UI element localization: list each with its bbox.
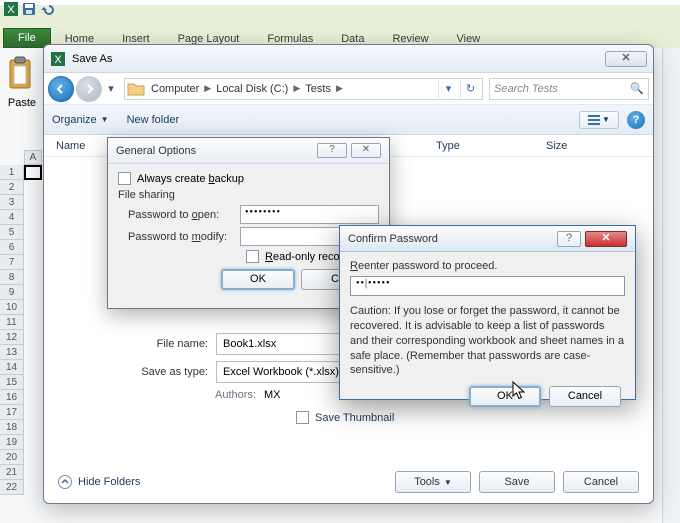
checkbox-icon — [246, 250, 259, 263]
column-type[interactable]: Type — [436, 140, 546, 152]
save-as-footer: Hide Folders Tools ▼ Save Cancel — [58, 471, 639, 493]
row-header[interactable]: 1 — [0, 165, 24, 180]
chevron-up-icon — [58, 475, 72, 489]
close-icon[interactable]: ✕ — [585, 231, 627, 247]
chevron-right-icon[interactable]: ▶ — [290, 83, 303, 94]
row-header[interactable]: 8 — [0, 270, 24, 285]
row-header[interactable]: 14 — [0, 360, 24, 375]
row-header[interactable]: 22 — [0, 480, 24, 495]
nav-history-dropdown[interactable]: ▾ — [104, 82, 118, 95]
save-icon[interactable] — [21, 1, 37, 17]
dialog-title: Save As — [72, 53, 112, 65]
paste-label: Paste — [2, 97, 42, 109]
breadcrumb[interactable]: Tests — [303, 81, 333, 97]
excel-icon: X — [50, 51, 66, 67]
search-placeholder: Search Tests — [494, 83, 558, 95]
row-header[interactable]: 10 — [0, 300, 24, 315]
hide-folders-button[interactable]: Hide Folders — [58, 475, 140, 489]
nav-bar: ▾ Computer▶ Local Disk (C:)▶ Tests▶ ▾ ↻ … — [44, 73, 653, 105]
filename-label: File name: — [124, 338, 216, 350]
close-icon[interactable]: ✕ — [605, 51, 647, 67]
svg-text:X: X — [7, 4, 15, 16]
search-input[interactable]: Search Tests 🔍 — [489, 78, 649, 100]
row-header[interactable]: 21 — [0, 465, 24, 480]
row-headers: 1 2 3 4 5 6 7 8 9 10 11 12 13 14 15 16 1… — [0, 165, 24, 495]
row-header[interactable]: 5 — [0, 225, 24, 240]
close-icon[interactable]: ✕ — [351, 143, 381, 158]
help-icon[interactable]: ? — [557, 231, 581, 247]
password-open-input[interactable]: •••••••• — [240, 205, 379, 224]
row-header[interactable]: 4 — [0, 210, 24, 225]
quick-access-toolbar: X — [3, 1, 55, 17]
cancel-button[interactable]: Cancel — [549, 386, 621, 407]
confirm-titlebar[interactable]: Confirm Password ? ✕ — [340, 226, 635, 252]
caution-text: Caution: If you lose or forget the passw… — [350, 304, 625, 378]
chevron-right-icon[interactable]: ▶ — [201, 83, 214, 94]
breadcrumb[interactable]: Computer — [149, 81, 201, 97]
row-header[interactable]: 17 — [0, 405, 24, 420]
column-size[interactable]: Size — [546, 140, 606, 152]
selected-cell[interactable] — [24, 165, 42, 180]
authors-label: Authors: — [196, 389, 256, 401]
row-header[interactable]: 3 — [0, 195, 24, 210]
chevron-down-icon: ▼ — [101, 115, 109, 124]
checkbox-icon — [118, 172, 131, 185]
password-modify-label: Password to modify: — [128, 231, 240, 243]
svg-text:X: X — [54, 54, 62, 66]
general-options-titlebar[interactable]: General Options ? ✕ — [108, 138, 389, 164]
ok-button[interactable]: OK — [469, 386, 541, 407]
checkbox-icon — [296, 411, 309, 424]
save-as-titlebar[interactable]: X Save As ✕ — [44, 45, 653, 73]
row-header[interactable]: 18 — [0, 420, 24, 435]
row-header[interactable]: 6 — [0, 240, 24, 255]
confirm-password-input[interactable]: ••|••••• — [350, 276, 625, 296]
row-header[interactable]: 19 — [0, 435, 24, 450]
row-header[interactable]: 9 — [0, 285, 24, 300]
row-header[interactable]: 16 — [0, 390, 24, 405]
search-icon[interactable]: 🔍 — [630, 82, 644, 96]
row-header[interactable]: 20 — [0, 450, 24, 465]
row-header[interactable]: 2 — [0, 180, 24, 195]
row-header[interactable]: 15 — [0, 375, 24, 390]
dialog-title: General Options — [116, 145, 196, 157]
section-label: File sharing — [118, 189, 379, 201]
column-header-a[interactable]: A — [24, 150, 42, 165]
always-backup-checkbox[interactable]: Always create backup — [118, 172, 379, 185]
row-header[interactable]: 12 — [0, 330, 24, 345]
save-button[interactable]: Save — [479, 471, 555, 493]
excel-app-icon: X — [3, 1, 19, 17]
toolbar: Organize ▼ New folder ▼ ? — [44, 105, 653, 135]
breadcrumb[interactable]: Local Disk (C:) — [214, 81, 290, 97]
password-open-label: Password to open: — [128, 209, 240, 221]
paste-button[interactable]: Paste — [2, 52, 42, 109]
dialog-title: Confirm Password — [348, 233, 438, 245]
row-header[interactable]: 7 — [0, 255, 24, 270]
new-folder-button[interactable]: New folder — [127, 114, 180, 126]
help-icon[interactable]: ? — [317, 143, 347, 158]
nav-back-button[interactable] — [48, 76, 74, 102]
nav-forward-button[interactable] — [76, 76, 102, 102]
row-header[interactable]: 11 — [0, 315, 24, 330]
tools-button[interactable]: Tools ▼ — [395, 471, 471, 493]
view-options-button[interactable]: ▼ — [579, 111, 619, 129]
undo-icon[interactable] — [39, 1, 55, 17]
organize-button[interactable]: Organize ▼ — [52, 114, 109, 126]
savetype-label: Save as type: — [124, 366, 216, 378]
refresh-icon[interactable]: ↻ — [460, 80, 480, 98]
chevron-down-icon: ▼ — [444, 478, 452, 487]
confirm-password-dialog: Confirm Password ? ✕ Reenter password to… — [339, 225, 636, 400]
help-icon[interactable]: ? — [627, 111, 645, 129]
address-bar[interactable]: Computer▶ Local Disk (C:)▶ Tests▶ ▾ ↻ — [124, 78, 483, 100]
row-header[interactable]: 13 — [0, 345, 24, 360]
cancel-button[interactable]: Cancel — [563, 471, 639, 493]
address-dropdown-icon[interactable]: ▾ — [438, 80, 458, 98]
reenter-label: Reenter password to proceed. — [350, 260, 625, 272]
ok-button[interactable]: OK — [221, 269, 295, 290]
folder-icon — [127, 80, 145, 98]
right-edge — [662, 48, 680, 523]
authors-value[interactable]: MX — [264, 389, 281, 401]
chevron-right-icon[interactable]: ▶ — [333, 83, 346, 94]
